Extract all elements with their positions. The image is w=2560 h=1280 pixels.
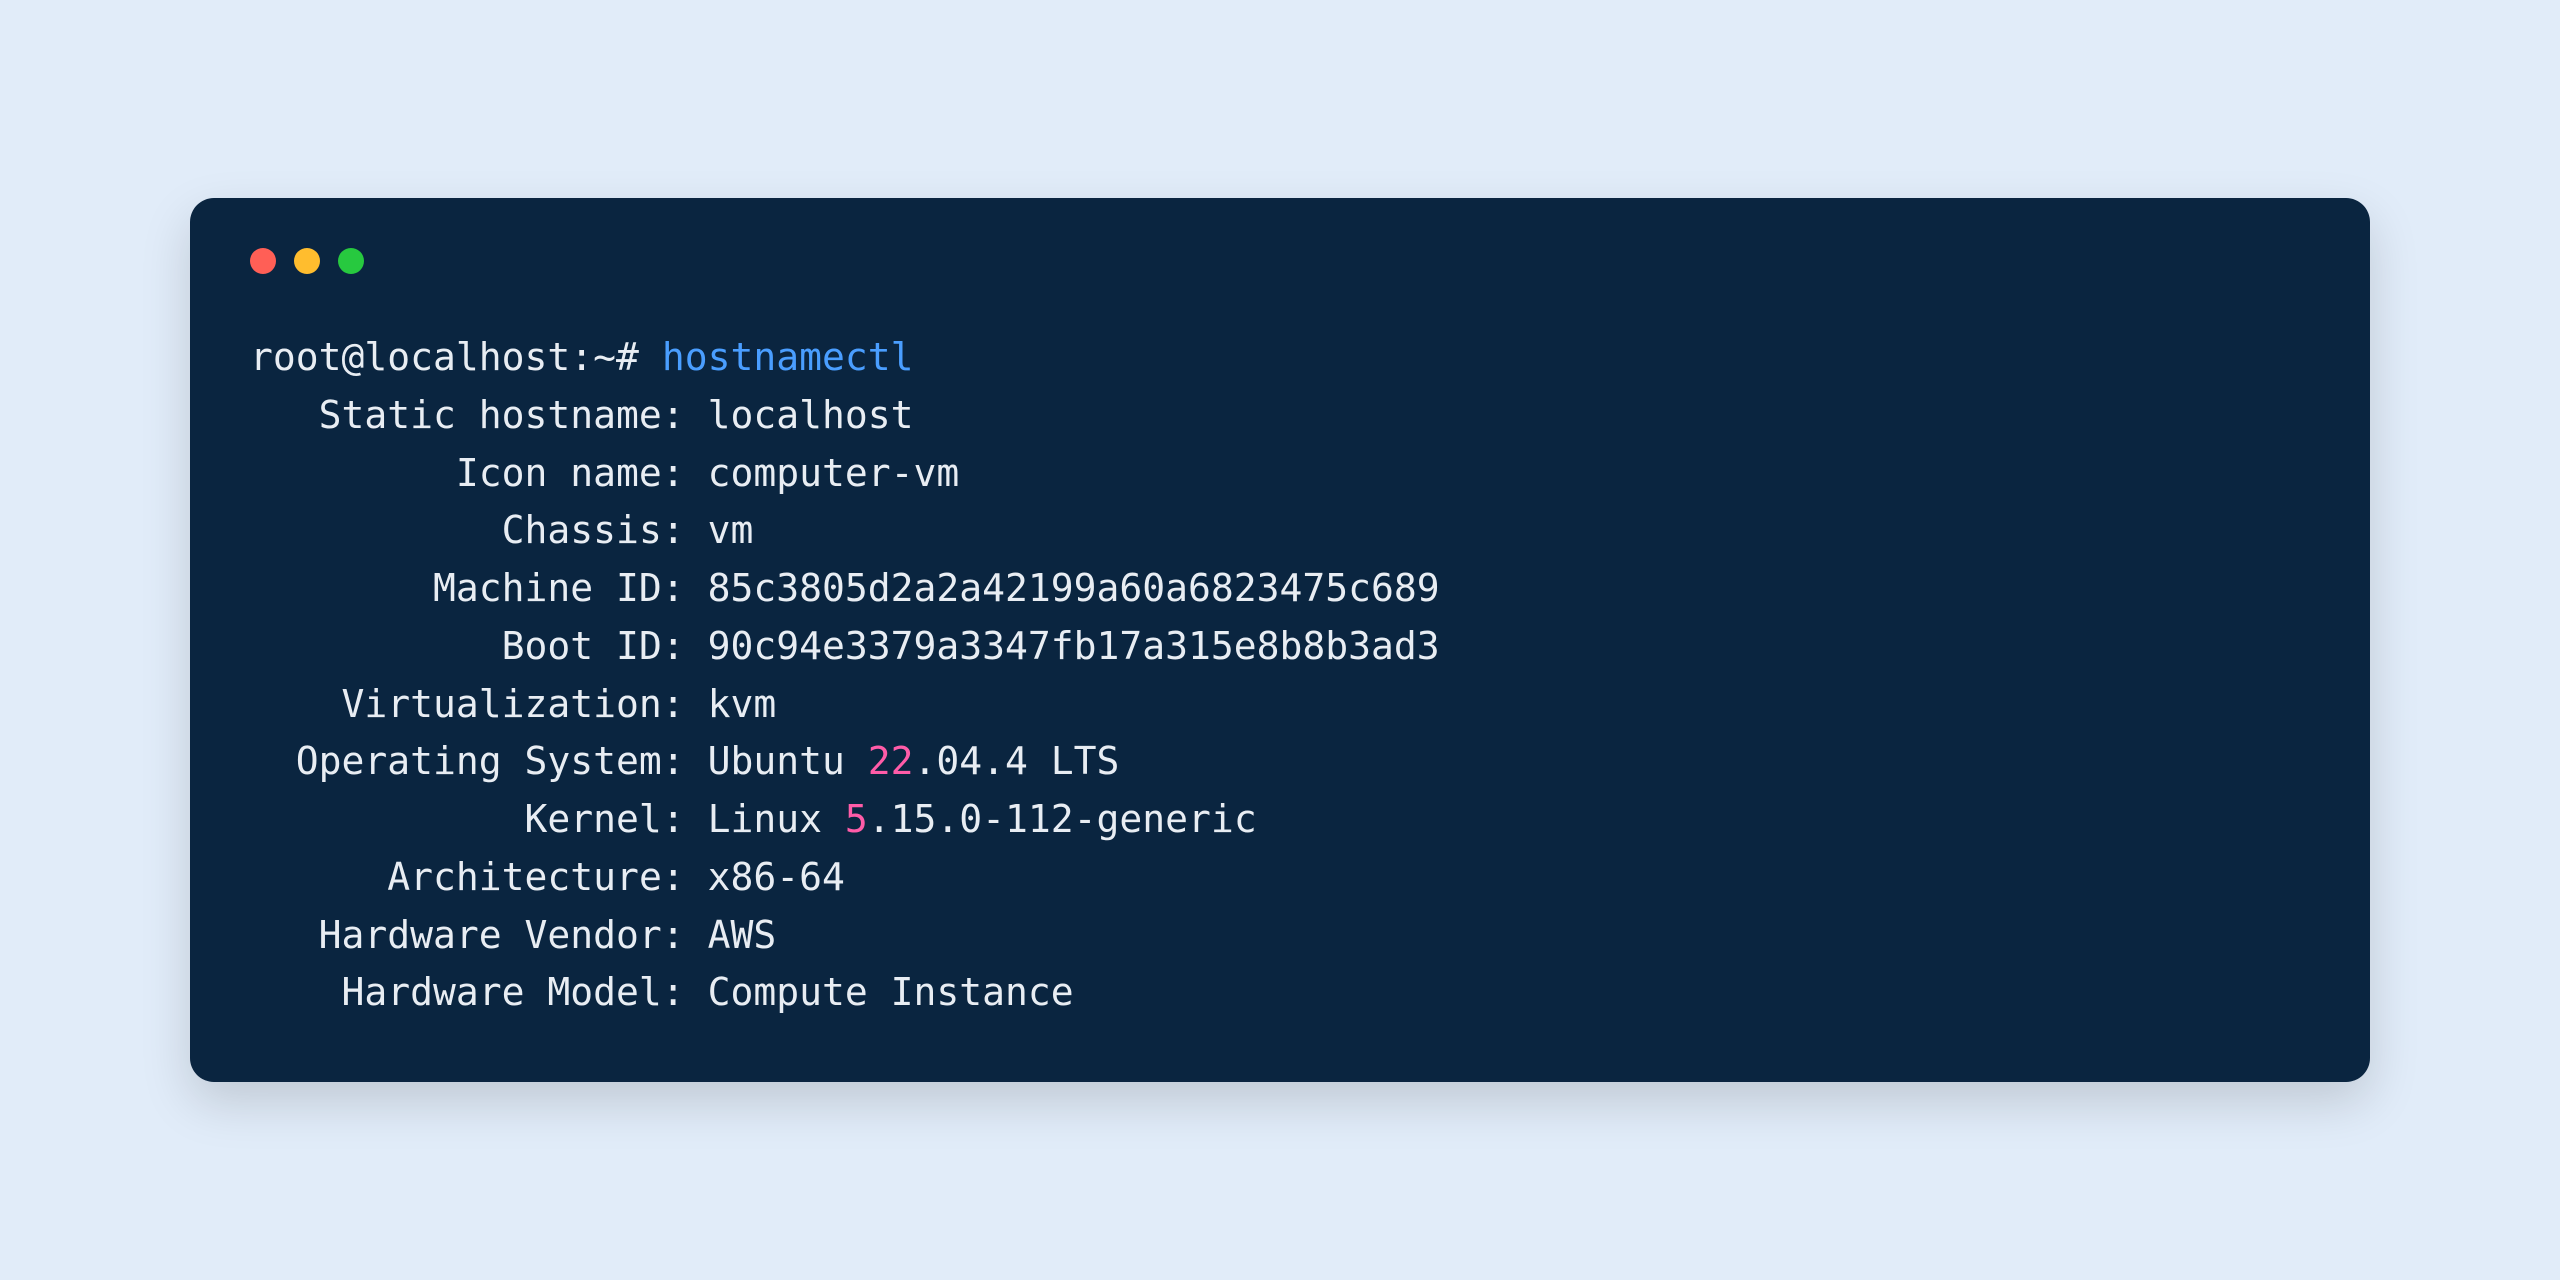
maximize-icon[interactable] [338, 248, 364, 274]
label: Chassis: [502, 508, 685, 552]
label: Virtualization: [342, 682, 685, 726]
label: Hardware Vendor: [319, 913, 685, 957]
prompt-line: root@localhost:~# hostnamectl [250, 329, 2310, 387]
label: Icon name: [456, 451, 685, 495]
row-virtualization: Virtualization: kvm [250, 676, 2310, 734]
row-icon-name: Icon name: computer-vm [250, 445, 2310, 503]
window-controls [250, 248, 2310, 274]
value: computer-vm [708, 451, 960, 495]
label: Operating System: [296, 739, 685, 783]
row-hardware-model: Hardware Model: Compute Instance [250, 964, 2310, 1022]
label: Hardware Model: [342, 970, 685, 1014]
value-suffix: .04.4 LTS [914, 739, 1120, 783]
value: x86-64 [708, 855, 845, 899]
row-hardware-vendor: Hardware Vendor: AWS [250, 907, 2310, 965]
terminal-output[interactable]: root@localhost:~# hostnamectl Static hos… [250, 329, 2310, 1022]
value-prefix: Linux [708, 797, 845, 841]
label: Machine ID: [433, 566, 685, 610]
value: 85c3805d2a2a42199a60a6823475c689 [708, 566, 1440, 610]
value: 90c94e3379a3347fb17a315e8b8b3ad3 [708, 624, 1440, 668]
label: Architecture: [387, 855, 684, 899]
highlight-number: 22 [868, 739, 914, 783]
row-machine-id: Machine ID: 85c3805d2a2a42199a60a6823475… [250, 560, 2310, 618]
value: kvm [708, 682, 777, 726]
terminal-window: root@localhost:~# hostnamectl Static hos… [190, 198, 2370, 1082]
value: localhost [708, 393, 914, 437]
label: Kernel: [525, 797, 685, 841]
row-boot-id: Boot ID: 90c94e3379a3347fb17a315e8b8b3ad… [250, 618, 2310, 676]
value-suffix: .15.0-112-generic [868, 797, 1257, 841]
label: Boot ID: [502, 624, 685, 668]
row-kernel: Kernel: Linux 5.15.0-112-generic [250, 791, 2310, 849]
command: hostnamectl [662, 335, 914, 379]
value: vm [708, 508, 754, 552]
row-architecture: Architecture: x86-64 [250, 849, 2310, 907]
minimize-icon[interactable] [294, 248, 320, 274]
label: Static hostname: [319, 393, 685, 437]
shell-prompt: root@localhost:~# [250, 335, 639, 379]
value-prefix: Ubuntu [708, 739, 868, 783]
value: AWS [708, 913, 777, 957]
close-icon[interactable] [250, 248, 276, 274]
row-static-hostname: Static hostname: localhost [250, 387, 2310, 445]
row-operating-system: Operating System: Ubuntu 22.04.4 LTS [250, 733, 2310, 791]
highlight-number: 5 [845, 797, 868, 841]
value: Compute Instance [708, 970, 1074, 1014]
row-chassis: Chassis: vm [250, 502, 2310, 560]
